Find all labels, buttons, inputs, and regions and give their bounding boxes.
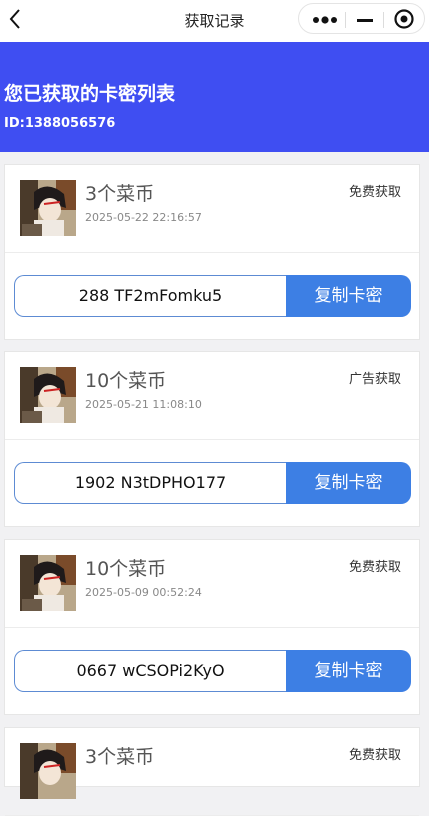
card-code-field[interactable]: 1902 N3tDPHO177 (14, 462, 286, 504)
capsule-divider (345, 12, 346, 28)
minimize-button[interactable] (355, 12, 375, 26)
user-id: ID:1388056576 (4, 116, 116, 131)
avatar (20, 180, 76, 236)
mini-program-capsule (298, 3, 425, 34)
coin-amount: 3个菜币 (85, 183, 155, 205)
card-item: 3个菜币 免费获取 (4, 727, 420, 816)
card-code-field[interactable]: 288 TF2mFomku5 (14, 275, 286, 317)
target-icon (394, 9, 414, 29)
obtain-time: 2025-05-09 00:52:24 (85, 586, 202, 599)
copy-code-button[interactable]: 复制卡密 (286, 462, 411, 504)
avatar (20, 367, 76, 423)
coin-amount: 10个菜币 (85, 558, 167, 580)
capsule-divider (383, 12, 384, 28)
card-item: 3个菜币 2025-05-22 22:16:57 免费获取 288 TF2mFo… (4, 164, 420, 340)
card-header: 10个菜币 2025-05-21 11:08:10 广告获取 (5, 352, 419, 440)
nav-bar: 获取记录 (0, 0, 429, 42)
obtain-source: 广告获取 (348, 372, 401, 387)
coin-amount: 10个菜币 (85, 370, 167, 392)
card-header: 3个菜币 免费获取 (5, 728, 419, 816)
more-button[interactable] (311, 12, 339, 26)
obtain-time: 2025-05-21 11:08:10 (85, 398, 202, 411)
avatar (20, 743, 76, 799)
minimize-icon (357, 19, 373, 22)
close-button[interactable] (393, 8, 415, 30)
obtain-source: 免费获取 (348, 748, 401, 763)
obtain-source: 免费获取 (348, 560, 401, 575)
copy-code-button[interactable]: 复制卡密 (286, 275, 411, 317)
header-banner: 您已获取的卡密列表 ID:1388056576 (0, 42, 429, 152)
header-title: 您已获取的卡密列表 (4, 83, 176, 105)
coin-amount: 3个菜币 (85, 746, 155, 768)
avatar (20, 555, 76, 611)
card-code-field[interactable]: 0667 wCSOPi2KyO (14, 650, 286, 692)
card-header: 10个菜币 2025-05-09 00:52:24 免费获取 (5, 540, 419, 628)
more-dots-icon (313, 16, 337, 24)
card-item: 10个菜币 2025-05-09 00:52:24 免费获取 0667 wCSO… (4, 539, 420, 715)
card-header: 3个菜币 2025-05-22 22:16:57 免费获取 (5, 165, 419, 253)
obtain-time: 2025-05-22 22:16:57 (85, 211, 202, 224)
card-item: 10个菜币 2025-05-21 11:08:10 广告获取 1902 N3tD… (4, 351, 420, 527)
obtain-source: 免费获取 (348, 185, 401, 200)
copy-code-button[interactable]: 复制卡密 (286, 650, 411, 692)
